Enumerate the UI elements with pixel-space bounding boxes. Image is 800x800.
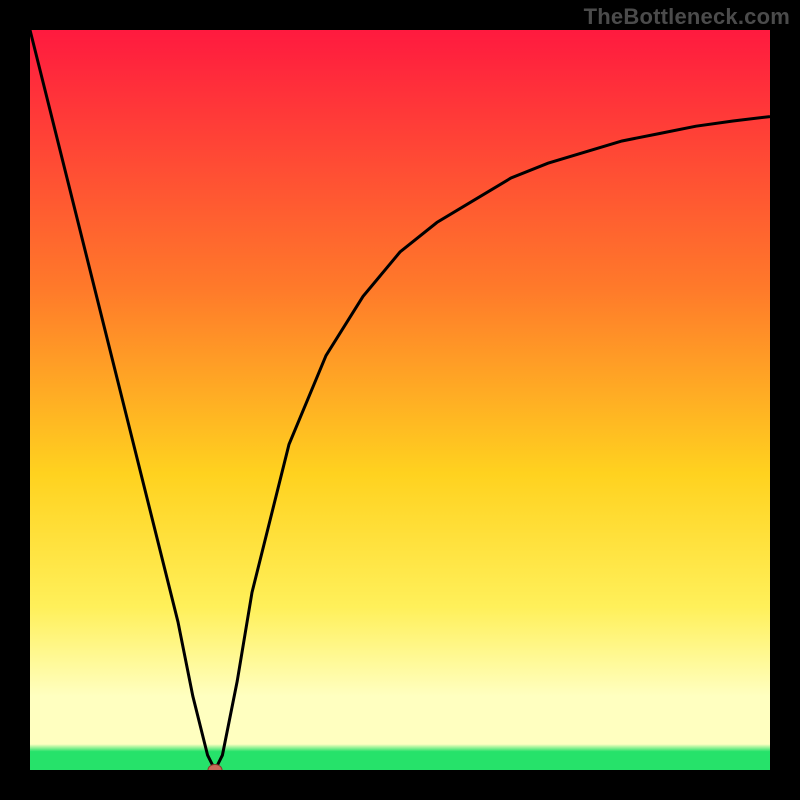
bottleneck-plot	[30, 30, 770, 770]
chart-frame: TheBottleneck.com	[0, 0, 800, 800]
gradient-background	[30, 30, 770, 770]
watermark-text: TheBottleneck.com	[584, 4, 790, 30]
